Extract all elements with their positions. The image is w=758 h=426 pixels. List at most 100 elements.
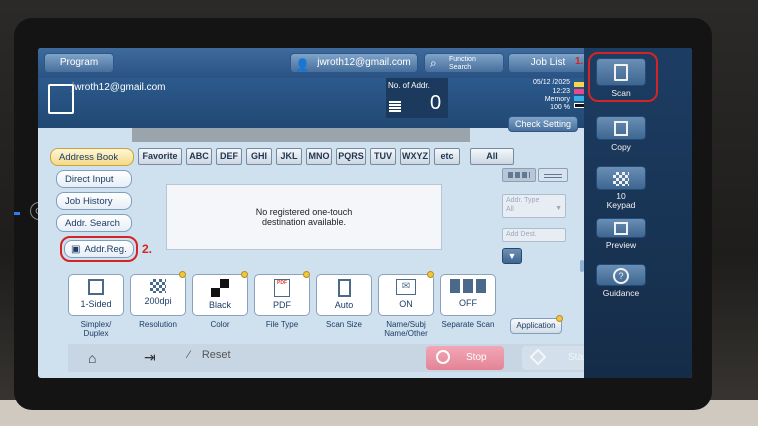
user-email: jwroth12@gmail.com	[317, 57, 411, 68]
page-icon	[88, 279, 104, 295]
name-subject-value: ON	[399, 299, 413, 309]
color-button[interactable]: Black	[192, 274, 248, 316]
help-icon: ?	[613, 268, 629, 284]
simplex-value: 1-Sided	[80, 299, 112, 309]
name-subject-button[interactable]: ✉ ON	[378, 274, 434, 316]
keypad-text: Keypad	[606, 200, 636, 210]
application-button[interactable]: Application	[510, 318, 562, 334]
tab-etc[interactable]: etc	[434, 148, 460, 165]
guidance-label: Guidance	[602, 288, 640, 298]
start-icon	[529, 348, 547, 366]
addr-count-value: 0	[430, 92, 442, 114]
tab-abc[interactable]: ABC	[186, 148, 212, 165]
tab-job-history[interactable]: Job History	[56, 192, 132, 210]
empty-message: No registered one-touch destination avai…	[255, 207, 353, 227]
reset-icon: ⁄	[188, 349, 190, 361]
panel-handle[interactable]	[580, 260, 584, 272]
stop-label: Stop	[466, 352, 487, 363]
keypad-icon	[613, 172, 629, 186]
search-icon: ⌕	[430, 56, 437, 70]
tab-direct-input[interactable]: Direct Input	[56, 170, 132, 188]
simplex-label: Simplex/ Duplex	[80, 320, 112, 338]
name-subject-label: Name/Subj Name/Other	[384, 320, 428, 338]
tab-all[interactable]: All	[470, 148, 514, 165]
copy-icon	[614, 121, 628, 136]
destination-bar	[132, 128, 470, 142]
tab-def[interactable]: DEF	[216, 148, 242, 165]
addr-reg-button[interactable]: ▣ Addr.Reg.	[64, 240, 134, 258]
preview-icon	[614, 222, 628, 235]
stop-button[interactable]: Stop	[426, 346, 504, 370]
keypad-button[interactable]	[596, 166, 646, 190]
addr-count-label: No. of Addr.	[388, 81, 430, 90]
setting-indicator-dot	[303, 271, 310, 278]
scan-icon	[614, 64, 628, 81]
user-login-button[interactable]: 👤 jwroth12@gmail.com	[290, 53, 418, 73]
tab-favorite[interactable]: Favorite	[138, 148, 182, 165]
addr-reg-label: Addr.Reg.	[84, 243, 127, 255]
file-type-label: File Type	[265, 320, 299, 329]
addr-type-select[interactable]: Addr. Type All ▼	[502, 194, 566, 218]
date-display: 05/12 /2025	[533, 79, 570, 86]
resolution-icon	[150, 279, 166, 293]
copy-button[interactable]	[596, 116, 646, 140]
simplex-duplex-button[interactable]: 1-Sided	[68, 274, 124, 316]
scroll-down-icon[interactable]: ▼	[502, 248, 522, 264]
copy-label: Copy	[611, 142, 631, 152]
scan-size-icon	[337, 279, 351, 297]
list-view-toggle[interactable]	[538, 168, 568, 182]
grid-view-toggle[interactable]	[502, 168, 536, 182]
header-email: jwroth12@gmail.com	[72, 82, 166, 93]
user-icon: 👤	[295, 58, 310, 72]
reset-label: Reset	[201, 349, 231, 361]
reset-button[interactable]: ⁄ Reset	[188, 349, 231, 361]
touch-screen: Program 👤 jwroth12@gmail.com ⌕ Function …	[38, 48, 692, 378]
annotation-label-two: 2.	[142, 242, 153, 256]
setting-indicator-dot	[556, 315, 563, 322]
color-value: Black	[208, 300, 231, 310]
color-label: Color	[210, 320, 230, 329]
resolution-label: Resolution	[139, 320, 177, 329]
time-display: 12:23	[552, 88, 570, 95]
function-search-label: Function Search	[449, 56, 476, 71]
annotation-label-one: 1.	[575, 56, 584, 67]
tab-tuv[interactable]: TUV	[370, 148, 396, 165]
guidance-button[interactable]: ?	[596, 264, 646, 286]
separate-scan-button[interactable]: OFF	[440, 274, 496, 316]
tab-pqrs[interactable]: PQRS	[336, 148, 366, 165]
add-dest-button[interactable]: Add Dest.	[502, 228, 566, 242]
tab-addr-search[interactable]: Addr. Search	[56, 214, 132, 232]
black-color-icon	[211, 279, 229, 297]
address-register-icon: ▣	[71, 243, 81, 255]
tab-wxyz[interactable]: WXYZ	[400, 148, 430, 165]
address-list-icon	[389, 100, 401, 112]
pdf-file-icon: PDF	[274, 279, 290, 297]
setting-indicator-dot	[241, 271, 248, 278]
tab-mno[interactable]: MNO	[306, 148, 332, 165]
envelope-icon: ✉	[396, 279, 416, 295]
power-indicator-light	[14, 212, 20, 215]
tab-ghi[interactable]: GHI	[246, 148, 272, 165]
program-button[interactable]: Program	[44, 53, 114, 73]
preview-button[interactable]	[596, 218, 646, 238]
memory-value: 100 %	[550, 104, 570, 111]
resolution-button[interactable]: 200dpi	[130, 274, 186, 316]
stop-icon	[436, 350, 450, 364]
logout-icon[interactable]: ⇥	[144, 349, 156, 366]
scan-button[interactable]	[596, 58, 646, 86]
check-setting-button[interactable]: Check Setting	[508, 116, 578, 132]
chevron-down-icon: ▼	[555, 205, 562, 212]
preview-label: Preview	[605, 240, 637, 250]
function-search-button[interactable]: ⌕ Function Search	[424, 53, 504, 73]
scan-label: Scan	[611, 88, 631, 98]
file-type-button[interactable]: PDF PDF	[254, 274, 310, 316]
tab-jkl[interactable]: JKL	[276, 148, 302, 165]
memory-label: Memory	[544, 96, 570, 103]
scan-size-button[interactable]: Auto	[316, 274, 372, 316]
destination-list-panel: No registered one-touch destination avai…	[166, 184, 442, 250]
tab-address-book[interactable]: Address Book	[50, 148, 134, 166]
home-icon[interactable]: ⌂	[88, 350, 96, 366]
separate-scan-label: Separate Scan	[441, 320, 495, 329]
separate-scan-icon	[450, 279, 486, 293]
file-type-value: PDF	[273, 300, 291, 310]
